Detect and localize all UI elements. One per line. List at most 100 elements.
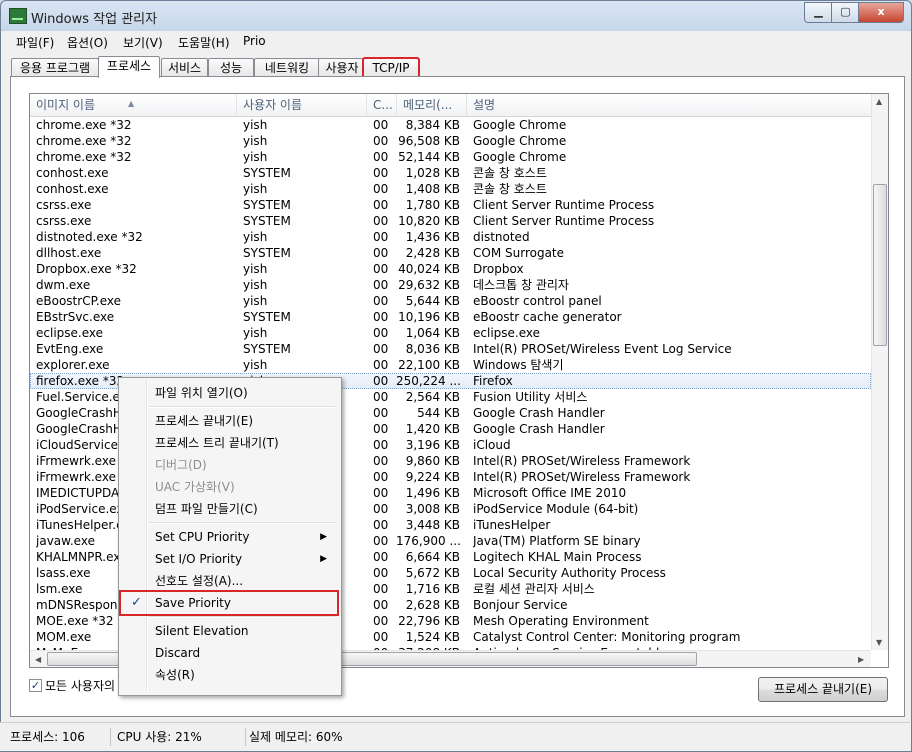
show-all-users-checkbox[interactable]: ✓ — [29, 679, 42, 692]
vertical-scrollbar[interactable]: ▲ ▼ — [871, 94, 888, 650]
column-header-description[interactable]: 설명 — [467, 94, 871, 116]
cell-image-name: chrome.exe *32 — [36, 150, 132, 164]
end-process-button[interactable]: 프로세스 끝내기(E) — [758, 677, 888, 702]
table-row[interactable]: csrss.exe SYSTEM 00 1,780 KB Client Server R… — [30, 197, 871, 213]
cell-user-name: SYSTEM — [243, 198, 291, 212]
menu-item-덤프-파일-만들기[interactable]: 덤프 파일 만들기(C) — [121, 498, 337, 520]
cell-cpu: 00 — [373, 550, 389, 564]
cell-memory: 40,024 KB — [398, 262, 460, 276]
cell-image-name: EvtEng.exe — [36, 342, 104, 356]
tab-tcp-ip[interactable]: TCP/IP — [362, 57, 420, 78]
menu-item-파일-위치-열기[interactable]: 파일 위치 열기(O) — [121, 382, 337, 404]
process-context-menu: 파일 위치 열기(O) 프로세스 끝내기(E) 프로세스 트리 끝내기(T) 디버그(… — [118, 377, 342, 696]
menu-item-프로세스-트리-끝내기[interactable]: 프로세스 트리 끝내기(T) — [121, 432, 337, 454]
column-header-user-name[interactable]: 사용자 이름 — [237, 94, 367, 116]
cell-cpu: 00 — [373, 438, 389, 452]
table-row[interactable]: chrome.exe *32 yish 00 96,508 KB Google Chro… — [30, 133, 871, 149]
menu-view[interactable]: 보기(V) — [123, 34, 163, 51]
menu-item-label: Save Priority — [155, 596, 231, 610]
cell-cpu: 00 — [373, 166, 389, 180]
column-header-cpu[interactable]: C... — [367, 94, 397, 116]
table-row[interactable]: chrome.exe *32 yish 00 52,144 KB Google Chro… — [30, 149, 871, 165]
vertical-scroll-thumb[interactable] — [873, 184, 887, 346]
maximize-button[interactable]: ▢ — [831, 2, 860, 23]
menu-item-프로세스-끝내기[interactable]: 프로세스 끝내기(E) — [121, 410, 337, 432]
tab-networking[interactable]: 네트워킹 — [254, 58, 320, 77]
cell-image-name: chrome.exe *32 — [36, 134, 132, 148]
cell-image-name: EBstrSvc.exe — [36, 310, 115, 324]
menu-separator — [149, 406, 335, 408]
cell-cpu: 00 — [373, 230, 389, 244]
menu-item-save-priority[interactable]: ✓ Save Priority — [119, 590, 339, 616]
table-row[interactable]: EBstrSvc.exe SYSTEM 00 10,196 KB eBoostr cac… — [30, 309, 871, 325]
close-button[interactable]: x — [858, 2, 904, 23]
cell-cpu: 00 — [373, 246, 389, 260]
cell-memory: 1,436 KB — [405, 230, 460, 244]
cell-memory: 1,524 KB — [405, 630, 460, 644]
menu-help[interactable]: 도움말(H) — [178, 34, 230, 51]
cell-cpu: 00 — [373, 262, 389, 276]
menu-item-discard[interactable]: Discard — [121, 642, 337, 664]
status-cpu-usage: CPU 사용: 21% — [111, 728, 246, 746]
cell-memory: 2,564 KB — [405, 390, 460, 404]
status-memory-usage: 실제 메모리: 60% — [249, 730, 343, 744]
menu-prio[interactable]: Prio — [243, 34, 266, 48]
table-row[interactable]: dllhost.exe SYSTEM 00 2,428 KB COM Surrogate — [30, 245, 871, 261]
table-row[interactable]: eBoostrCP.exe yish 00 5,644 KB eBoostr contr… — [30, 293, 871, 309]
column-header-image-name[interactable]: 이미지 이름 ▲ — [30, 94, 237, 116]
menu-item-silent-elevation[interactable]: Silent Elevation — [121, 620, 337, 642]
cell-description: Client Server Runtime Process — [473, 214, 655, 228]
cell-cpu: 00 — [373, 502, 389, 516]
scroll-down-icon[interactable]: ▼ — [876, 638, 882, 647]
table-row[interactable]: EvtEng.exe SYSTEM 00 8,036 KB Intel(R) PROSe… — [30, 341, 871, 357]
table-row[interactable]: distnoted.exe *32 yish 00 1,436 KB distnoted — [30, 229, 871, 245]
tab-performance[interactable]: 성능 — [208, 58, 254, 77]
sort-ascending-icon: ▲ — [128, 99, 135, 108]
menu-item-label: 파일 위치 열기(O) — [155, 386, 248, 400]
cell-memory: 2,628 KB — [405, 598, 460, 612]
cell-description: Mesh Operating Environment — [473, 614, 649, 628]
scroll-up-icon[interactable]: ▲ — [876, 97, 882, 106]
scroll-right-icon[interactable]: ▶ — [858, 655, 864, 664]
tab-processes[interactable]: 프로세스 — [98, 56, 160, 78]
cell-memory: 96,508 KB — [398, 134, 460, 148]
cell-memory: 5,644 KB — [405, 294, 460, 308]
cell-cpu: 00 — [373, 566, 389, 580]
column-header-memory[interactable]: 메모리(... — [397, 94, 467, 116]
cell-memory: 176,900 ... — [396, 534, 460, 548]
scroll-left-icon[interactable]: ◀ — [35, 655, 41, 664]
cell-cpu: 00 — [373, 342, 389, 356]
tab-applications[interactable]: 응용 프로그램 — [11, 58, 99, 77]
table-row[interactable]: chrome.exe *32 yish 00 8,384 KB Google Chrom… — [30, 117, 871, 133]
menu-item-선호도-설정[interactable]: 선호도 설정(A)... — [121, 570, 337, 592]
menu-item-속성[interactable]: 속성(R) — [121, 664, 337, 686]
menu-options[interactable]: 옵션(O) — [67, 34, 108, 51]
tab-users[interactable]: 사용자 — [318, 58, 366, 77]
cell-memory: 1,716 KB — [405, 582, 460, 596]
table-row[interactable]: csrss.exe SYSTEM 00 10,820 KB Client Server … — [30, 213, 871, 229]
table-row[interactable]: Dropbox.exe *32 yish 00 40,024 KB Dropbox — [30, 261, 871, 277]
menu-item-set-cpu-priority[interactable]: Set CPU Priority ▶ — [121, 526, 337, 548]
cell-user-name: SYSTEM — [243, 166, 291, 180]
cell-user-name: yish — [243, 182, 268, 196]
cell-cpu: 00 — [373, 278, 389, 292]
cell-description: eBoostr cache generator — [473, 310, 622, 324]
table-row[interactable]: explorer.exe yish 00 22,100 KB Windows 탐색기 — [30, 357, 871, 373]
cell-description: Dropbox — [473, 262, 524, 276]
cell-cpu: 00 — [373, 182, 389, 196]
menu-separator — [149, 522, 335, 524]
table-row[interactable]: dwm.exe yish 00 29,632 KB 데스크톱 창 관리자 — [30, 277, 871, 293]
table-row[interactable]: eclipse.exe yish 00 1,064 KB eclipse.exe — [30, 325, 871, 341]
cell-cpu: 00 — [373, 598, 389, 612]
table-row[interactable]: conhost.exe SYSTEM 00 1,028 KB 콘솔 창 호스트 — [30, 165, 871, 181]
menu-item-label: 프로세스 끝내기(E) — [155, 414, 254, 428]
minimize-button[interactable]: ▁ — [804, 2, 833, 23]
table-row[interactable]: conhost.exe yish 00 1,408 KB 콘솔 창 호스트 — [30, 181, 871, 197]
cell-memory: 9,860 KB — [405, 454, 460, 468]
cell-description: Java(TM) Platform SE binary — [473, 534, 641, 548]
tab-services[interactable]: 서비스 — [161, 58, 208, 77]
title-bar[interactable]: Windows 작업 관리자 ▁ ▢ x — [1, 1, 911, 31]
menu-file[interactable]: 파일(F) — [16, 34, 54, 51]
menu-item-label: Set CPU Priority — [155, 530, 250, 544]
menu-item-set-i-o-priority[interactable]: Set I/O Priority ▶ — [121, 548, 337, 570]
